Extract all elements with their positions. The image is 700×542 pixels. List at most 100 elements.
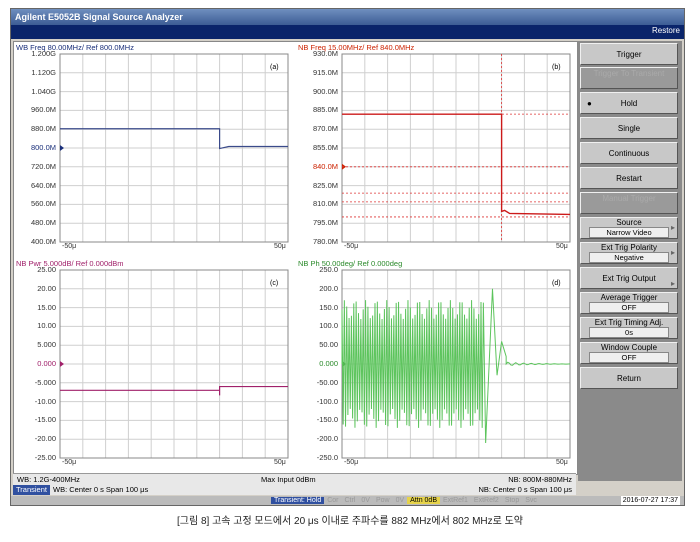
panel-wb-frequency: WB Freq 80.00MHz/ Ref 800.0MHz (a) 1.200… [14,42,295,258]
return-softkey[interactable]: Return [580,367,678,389]
x-tick-label: 50μ [556,243,568,250]
window-couple-value: OFF [589,352,669,363]
x-tick-label: 50μ [556,459,568,466]
status-indicator: 0V [361,497,370,504]
menu-bar: Restore [11,25,684,39]
y-tick-label: 870.0M [312,124,338,134]
average-trigger-softkey[interactable]: Average Trigger OFF [580,292,678,314]
ext-trig-timing-softkey[interactable]: Ext Trig Timing Adj. 0s [580,317,678,339]
panel-graph [59,53,289,243]
single-softkey[interactable]: Single [580,117,678,139]
max-input: Max Input 0dBm [261,475,316,484]
span-status-bar: Transient WB: Center 0 s Span 100 μs NB:… [13,485,576,495]
y-tick-label: 0.000 [37,359,56,368]
wb-range: WB: 1.2G-400MHz [17,475,80,484]
panel-nb-phase: NB Ph 50.00deg/ Ref 0.000deg (d) 250.0 20… [296,258,577,474]
status-indicator: Attn 0dB [407,497,440,504]
y-tick-label: 150.0 [319,302,338,312]
range-status-bar: WB: 1.2G-400MHz Max Input 0dBm NB: 800M-… [13,473,576,485]
ref-marker-icon [60,361,64,367]
ref-marker-icon [60,145,64,151]
y-tick-label: 840.0M [312,161,338,171]
y-tick-label: 640.0M [30,180,56,190]
datetime: 2016-07-27 17:37 [620,496,680,505]
chevron-right-icon: ▸ [670,223,675,232]
y-tick-label: 25.00 [37,265,56,274]
window-title: Agilent E5052B Signal Source Analyzer [15,12,183,22]
wb-center: WB: Center 0 s Span 100 μs [53,485,149,494]
ext-trig-polarity-label: Ext Trig Polarity [600,243,657,252]
status-indicator: Ctrl [344,497,356,504]
trigger-softkey[interactable]: Trigger [580,43,678,65]
y-tick-label: 810.0M [312,199,338,209]
status-indicator: ExtRef2 [473,497,499,504]
nb-range: NB: 800M-880MHz [508,475,572,484]
status-indicator: Stop [504,497,520,504]
x-tick-label: 50μ [274,243,286,250]
trigger-to-transient-softkey[interactable]: Trigger To Transient [580,67,678,89]
y-tick-label: 915.0M [312,67,338,77]
ext-trig-polarity-softkey[interactable]: Ext Trig Polarity Negative ▸ [580,242,678,264]
status-indicator: Cor [327,497,339,504]
y-tick-label: 1.120G [31,67,56,77]
chevron-right-icon: ▸ [670,248,675,257]
x-tick-label: -50μ [62,459,77,466]
panel-graph [341,53,571,243]
hold-label: Hold [620,99,638,108]
source-label: Source [616,218,642,227]
y-tick-label: 20.00 [37,283,56,293]
y-tick-label: 5.000 [37,340,56,350]
y-tick-label: -200.0 [316,434,338,444]
y-tick-label: -50.00 [316,377,338,387]
transient-label: Transient [13,485,50,495]
y-tick-label: 200.0 [319,283,338,293]
manual-trigger-softkey[interactable]: Manual Trigger [580,192,678,214]
y-tick-label: 560.0M [30,199,56,209]
nb-center: NB: Center 0 s Span 100 μs [478,485,572,494]
hold-softkey[interactable]: ● Hold [580,92,678,114]
y-tick-label: 1.200G [31,49,56,58]
y-tick-label: 880.0M [30,124,56,134]
status-indicator: Transient: Hold [271,497,325,504]
analyzer-window: Agilent E5052B Signal Source Analyzer Re… [10,8,685,506]
status-indicator: 0V [395,497,405,504]
y-tick-label: -5.000 [34,377,56,387]
continuous-softkey[interactable]: Continuous [580,142,678,164]
x-tick-label: -50μ [344,243,359,250]
softkey-panel: Trigger Trigger To Transient ● Hold Sing… [578,41,682,481]
status-indicator: ExtRef1 [443,497,468,504]
window-couple-softkey[interactable]: Window Couple OFF [580,342,678,364]
y-tick-label: 15.00 [37,302,56,312]
plot-area: WB Freq 80.00MHz/ Ref 800.0MHz (a) 1.200… [13,41,578,475]
y-tick-label: 930.0M [312,49,338,58]
y-tick-label: -20.00 [34,434,56,444]
ext-trig-timing-value: 0s [589,327,669,338]
restore-button[interactable]: Restore [652,26,680,35]
y-tick-label: 10.00 [37,321,56,331]
x-tick-label: -50μ [62,243,77,250]
y-tick-label: -25.00 [34,453,56,462]
y-tick-label: 885.0M [312,105,338,115]
ext-trig-polarity-value: Negative [589,252,669,263]
ext-trig-output-softkey[interactable]: Ext Trig Output ▸ [580,267,678,289]
status-indicator: Pow [375,497,390,504]
source-softkey[interactable]: Source Narrow Video ▸ [580,217,678,239]
y-tick-label: 1.040G [31,86,56,96]
y-tick-label: 720.0M [30,161,56,171]
y-tick-label: -150.0 [316,415,338,425]
restart-softkey[interactable]: Restart [580,167,678,189]
y-tick-label: 795.0M [312,218,338,228]
y-tick-label: 800.0M [30,143,56,152]
y-tick-label: 480.0M [30,218,56,228]
panel-graph [341,269,571,459]
ext-trig-output-label: Ext Trig Output [602,274,656,283]
y-tick-label: 50.00 [319,340,338,350]
panel-graph [59,269,289,459]
y-tick-label: 100.0 [319,321,338,331]
title-bar: Agilent E5052B Signal Source Analyzer [11,9,684,25]
panel-nb-frequency: NB Freq 15.00MHz/ Ref 840.0MHz (b) 930.0… [296,42,577,258]
y-tick-label: 400.0M [30,237,56,246]
y-tick-label: 900.0M [312,86,338,96]
y-tick-label: -15.00 [34,415,56,425]
bottom-status-bar: Transient: Hold Cor Ctrl 0V Pow 0V Attn 0dB Ext… [11,496,684,505]
